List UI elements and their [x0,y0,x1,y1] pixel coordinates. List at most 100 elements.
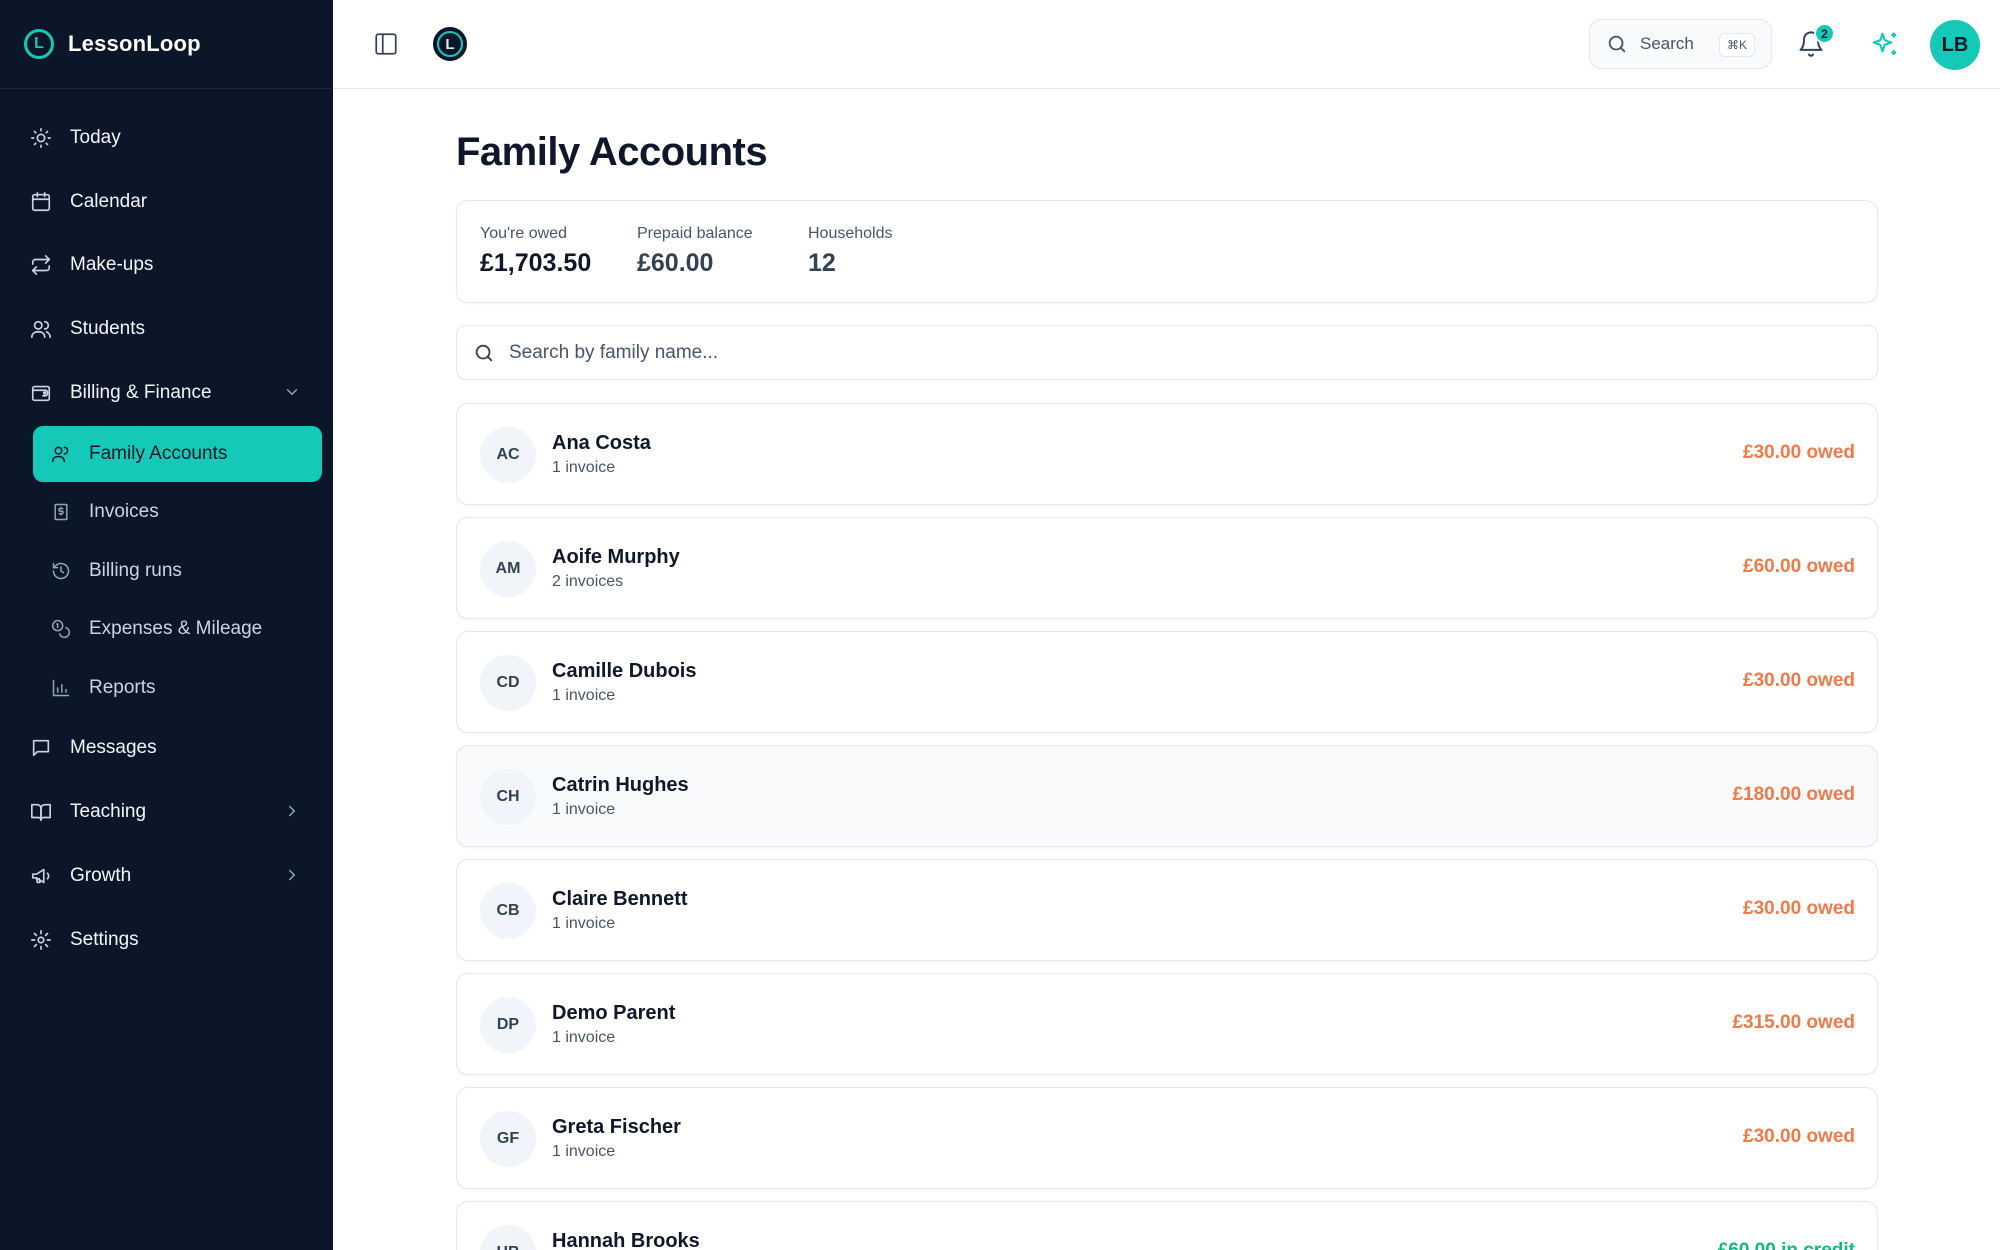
invoice-count: 1 invoice [552,801,616,818]
brand-name: LessonLoop [68,31,201,56]
stat-households-label: Households [808,225,893,242]
family-row[interactable]: DP Demo Parent 1 invoice £315.00 owed [456,973,1878,1075]
sparkle-icon[interactable] [1870,30,1900,60]
family-row[interactable]: GF Greta Fischer 1 invoice £30.00 owed [456,1087,1878,1189]
family-avatar: CB [480,883,536,939]
stat-prepaid-value: £60.00 [637,249,714,277]
gear-icon [28,927,54,953]
sidebar-item-label: Today [70,127,121,148]
repeat-icon [28,252,54,278]
family-search-input[interactable] [509,341,1809,364]
sun-icon [28,125,54,151]
sidebar-subitem-family-accounts[interactable]: Family Accounts [33,426,322,482]
brand[interactable]: L LessonLoop [0,0,333,89]
invoice-count: 1 invoice [552,1029,616,1046]
sidebar-subitem-invoices[interactable]: Invoices [33,484,322,540]
family-name: Ana Costa [552,432,651,454]
chevron-right-icon [283,866,303,886]
sidebar-subitem-label: Invoices [89,501,159,522]
chevron-right-icon [283,802,303,822]
sidebar-item-label: Settings [70,929,139,950]
sidebar-item-growth[interactable]: Growth [16,848,321,904]
family-avatar: CH [480,769,536,825]
page-title: Family Accounts [456,130,768,174]
family-name: Camille Dubois [552,660,697,682]
family-row[interactable]: CH Catrin Hughes 1 invoice £180.00 owed [456,745,1878,847]
notification-badge: 2 [1814,23,1835,44]
stat-owed-label: You're owed [480,225,567,242]
balance-amount: £315.00 owed [1732,1012,1855,1033]
calendar-icon [28,189,54,215]
search-label: Search [1640,34,1694,53]
sidebar-item-calendar[interactable]: Calendar [16,174,321,230]
balance-amount: £60.00 owed [1743,556,1855,577]
app-logo-icon[interactable]: L [433,27,467,61]
sidebar-subitem-reports[interactable]: Reports [33,660,322,716]
stat-prepaid: Prepaid balance £60.00 [637,225,753,278]
sidebar-item-settings[interactable]: Settings [16,912,321,968]
sidebar-subitem-expenses-mileage[interactable]: Expenses & Mileage [33,601,322,657]
invoice-count: 1 invoice [552,687,616,704]
invoice-count: 1 invoice [552,915,616,932]
coins-icon [49,617,73,641]
sidebar-subitem-label: Billing runs [89,560,182,581]
invoice-count: 2 invoices [552,573,624,590]
family-name: Demo Parent [552,1002,676,1024]
history-icon [49,559,73,583]
sidebar-toggle-icon[interactable] [373,31,399,57]
family-row[interactable]: CB Claire Bennett 1 invoice £30.00 owed [456,859,1878,961]
sidebar-item-make-ups[interactable]: Make-ups [16,237,321,293]
sidebar-item-label: Billing & Finance [70,382,212,403]
search-icon [1606,33,1628,55]
family-avatar: AC [480,427,536,483]
family-name: Claire Bennett [552,888,688,910]
balance-amount: £30.00 owed [1743,1126,1855,1147]
balance-amount: £60.00 in credit [1718,1240,1855,1250]
stat-prepaid-label: Prepaid balance [637,225,753,242]
sidebar-item-students[interactable]: Students [16,301,321,357]
keyboard-shortcut: ⌘K [1718,33,1755,57]
family-name: Aoife Murphy [552,546,680,568]
sidebar-subitem-billing-runs[interactable]: Billing runs [33,543,322,599]
search-icon [473,342,495,364]
sidebar-item-teaching[interactable]: Teaching [16,784,321,840]
family-name: Greta Fischer [552,1116,681,1138]
sidebar-item-label: Growth [70,865,132,886]
sidebar-subitem-label: Expenses & Mileage [89,618,263,639]
family-name: Hannah Brooks [552,1230,700,1250]
family-row[interactable]: AC Ana Costa 1 invoice £30.00 owed [456,403,1878,505]
sidebar-item-label: Teaching [70,801,147,822]
family-avatar: GF [480,1111,536,1167]
family-avatar: CD [480,655,536,711]
family-avatar: HB [480,1225,536,1250]
sidebar-item-label: Students [70,318,145,339]
family-row[interactable]: HB Hannah Brooks £60.00 in credit [456,1201,1878,1250]
stat-households: Households 12 [808,225,893,278]
family-row[interactable]: AM Aoife Murphy 2 invoices £60.00 owed [456,517,1878,619]
balance-amount: £30.00 owed [1743,442,1855,463]
sidebar-item-billing-finance[interactable]: Billing & Finance [16,365,321,421]
stat-owed: You're owed £1,703.50 [480,225,591,278]
megaphone-icon [28,863,54,889]
summary-stats-card: You're owed £1,703.50 Prepaid balance £6… [456,200,1878,303]
book-icon [28,799,54,825]
stat-owed-value: £1,703.50 [480,249,592,277]
family-search-field [456,325,1878,380]
sidebar-subitem-label: Family Accounts [89,443,228,464]
bar-chart-icon [49,676,73,700]
receipt-icon [49,500,73,524]
sidebar-item-messages[interactable]: Messages [16,720,321,776]
global-search-button[interactable]: Search ⌘K [1589,19,1772,69]
user-avatar[interactable]: LB [1930,20,1980,70]
chevron-down-icon [283,383,303,403]
invoice-count: 1 invoice [552,1143,616,1160]
sidebar-item-today[interactable]: Today [16,110,321,166]
topbar: L Search ⌘K 2 LB [333,0,2000,89]
invoice-count: 1 invoice [552,459,616,476]
sidebar-item-label: Make-ups [70,254,154,275]
sidebar-item-label: Calendar [70,191,148,212]
user-icon [49,442,73,466]
family-row[interactable]: CD Camille Dubois 1 invoice £30.00 owed [456,631,1878,733]
family-list: AC Ana Costa 1 invoice £30.00 owed AM Aoife M… [456,403,1878,1250]
balance-amount: £180.00 owed [1732,784,1855,805]
